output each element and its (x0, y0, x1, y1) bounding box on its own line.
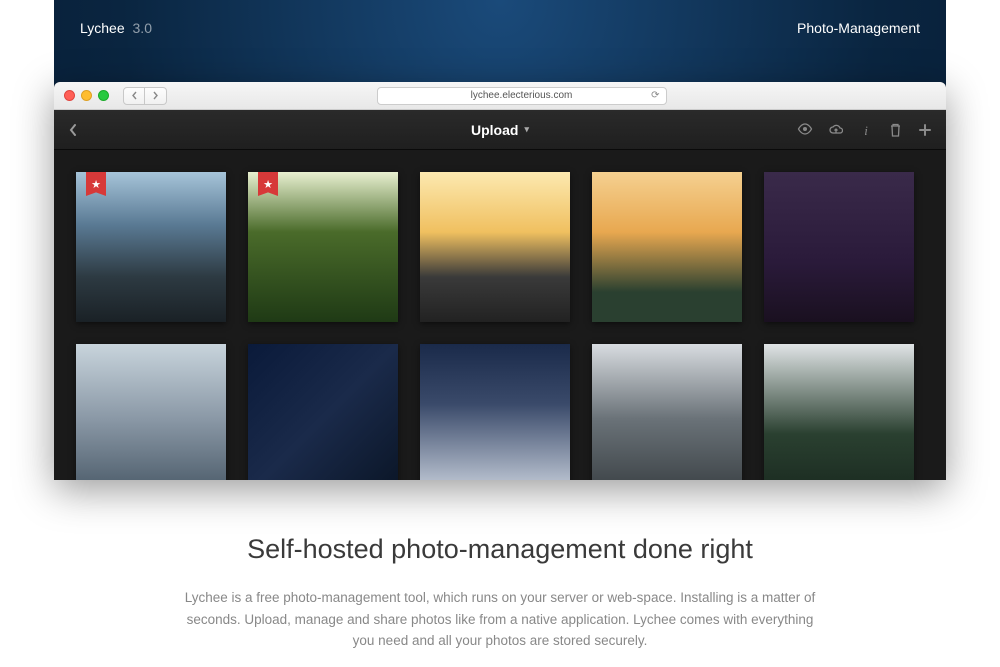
brand-name: Lychee (80, 20, 125, 36)
chevron-right-icon (152, 91, 159, 100)
photo-thumbnail[interactable] (592, 172, 742, 322)
visibility-button[interactable] (797, 123, 813, 137)
browser-nav-buttons (123, 87, 167, 105)
chevron-left-icon (68, 123, 78, 137)
svg-text:i: i (864, 123, 868, 137)
toolbar-actions: i (797, 123, 932, 137)
photo-thumbnail[interactable] (420, 172, 570, 322)
browser-chrome: lychee.electerious.com ⟳ (54, 82, 946, 110)
browser-back-button[interactable] (123, 87, 145, 105)
info-button[interactable]: i (859, 123, 873, 137)
reload-icon[interactable]: ⟳ (651, 90, 659, 101)
photo-thumbnail[interactable] (76, 344, 226, 480)
nav-link-photo-management[interactable]: Photo-Management (797, 20, 920, 36)
browser-forward-button[interactable] (145, 87, 167, 105)
window-minimize-button[interactable] (81, 90, 92, 101)
photo-thumbnail[interactable]: ★ (76, 172, 226, 322)
star-badge-icon: ★ (258, 172, 278, 196)
photo-thumbnail[interactable] (764, 344, 914, 480)
add-button[interactable] (918, 123, 932, 137)
intro-section: Self-hosted photo-management done right … (0, 480, 1000, 667)
trash-icon (889, 123, 902, 137)
cloud-upload-icon (829, 123, 843, 137)
photo-thumbnail[interactable] (248, 344, 398, 480)
toolbar-back-button[interactable] (68, 123, 78, 137)
window-zoom-button[interactable] (98, 90, 109, 101)
address-bar[interactable]: lychee.electerious.com ⟳ (377, 87, 667, 105)
app-toolbar: Upload ▾ i (54, 110, 946, 150)
photo-grid: ★ ★ (54, 150, 946, 480)
hero-section: Lychee 3.0 Photo-Management (54, 0, 946, 480)
window-close-button[interactable] (64, 90, 75, 101)
toolbar-title-text: Upload (471, 122, 518, 138)
share-button[interactable] (829, 123, 843, 137)
page-copy: Lychee is a free photo-management tool, … (180, 587, 820, 652)
info-icon: i (859, 123, 873, 137)
page: Lychee 3.0 Photo-Management (0, 0, 1000, 667)
brand-version: 3.0 (133, 20, 152, 36)
brand: Lychee 3.0 (80, 20, 152, 36)
site-header: Lychee 3.0 Photo-Management (54, 14, 946, 42)
eye-icon (797, 123, 813, 135)
photo-thumbnail[interactable] (764, 172, 914, 322)
page-headline: Self-hosted photo-management done right (120, 534, 880, 565)
browser-window: lychee.electerious.com ⟳ Upload ▾ (54, 82, 946, 480)
caret-down-icon: ▾ (524, 124, 529, 135)
photo-thumbnail[interactable] (420, 344, 570, 480)
toolbar-title[interactable]: Upload ▾ (471, 122, 529, 138)
photo-thumbnail[interactable] (592, 344, 742, 480)
address-text: lychee.electerious.com (471, 90, 573, 101)
photo-thumbnail[interactable]: ★ (248, 172, 398, 322)
plus-icon (918, 123, 932, 137)
delete-button[interactable] (889, 123, 902, 137)
star-badge-icon: ★ (86, 172, 106, 196)
chevron-left-icon (131, 91, 138, 100)
